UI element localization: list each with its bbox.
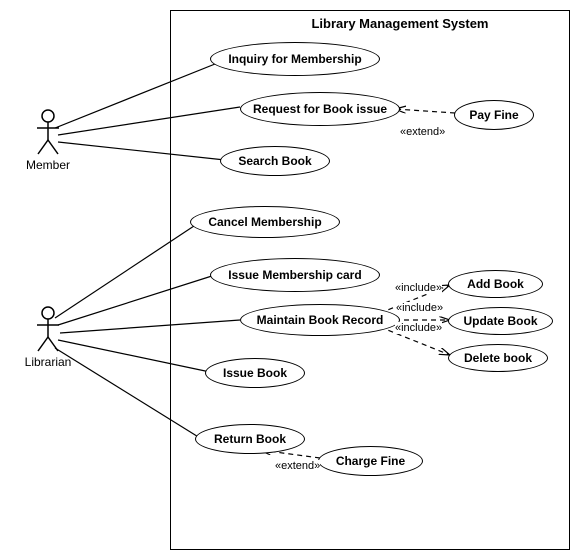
usecase-update-book: Update Book	[448, 307, 553, 335]
stereotype-include-addbook: «include»	[395, 282, 442, 294]
usecase-search-book: Search Book	[220, 146, 330, 176]
stereotype-include-deletebook: «include»	[395, 322, 442, 334]
actor-librarian: Librarian	[18, 305, 78, 369]
system-title: Library Management System	[300, 16, 500, 31]
usecase-charge-fine: Charge Fine	[318, 446, 423, 476]
usecase-pay-fine: Pay Fine	[454, 100, 534, 130]
usecase-issue-book: Issue Book	[205, 358, 305, 388]
stereotype-extend-chargefine: «extend»	[275, 460, 320, 472]
diagram-canvas: Library Management System Member Librari…	[0, 0, 588, 560]
actor-member-label: Member	[18, 158, 78, 172]
stereotype-include-updatebook: «include»	[396, 302, 443, 314]
actor-member: Member	[18, 108, 78, 172]
usecase-maintain-book-record: Maintain Book Record	[240, 304, 400, 336]
usecase-cancel-membership: Cancel Membership	[190, 206, 340, 238]
actor-librarian-label: Librarian	[18, 355, 78, 369]
usecase-issue-membership-card: Issue Membership card	[210, 258, 380, 292]
actor-icon	[33, 108, 63, 156]
stereotype-extend-payfine: «extend»	[400, 126, 445, 138]
usecase-inquiry-membership: Inquiry for Membership	[210, 42, 380, 76]
usecase-add-book: Add Book	[448, 270, 543, 298]
usecase-delete-book: Delete book	[448, 344, 548, 372]
usecase-request-book-issue: Request for Book issue	[240, 92, 400, 126]
actor-icon	[33, 305, 63, 353]
usecase-return-book: Return Book	[195, 424, 305, 454]
